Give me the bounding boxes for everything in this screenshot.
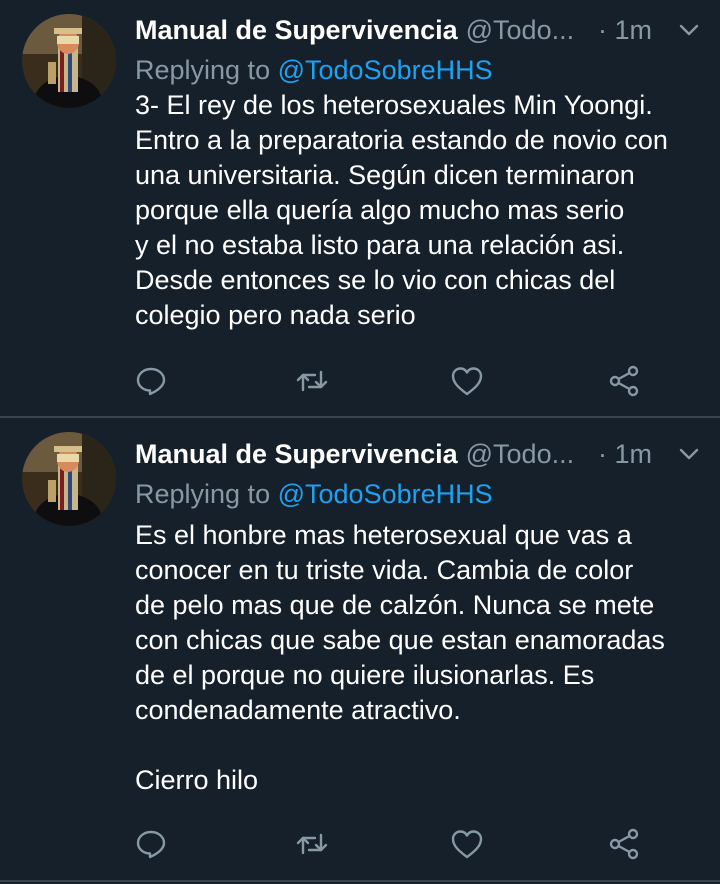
tweet-text-line: conocer en tu triste vida. Cambia de col… xyxy=(135,555,634,585)
timestamp[interactable]: · 1m xyxy=(598,10,652,50)
share-icon xyxy=(609,828,639,860)
chevron-down-icon[interactable] xyxy=(677,442,701,466)
tweet-text-line: y el no estaba listo para una relación a… xyxy=(135,230,625,260)
author-handle[interactable]: @Todo... xyxy=(466,15,574,45)
author-handle[interactable]: @Todo... xyxy=(466,439,574,469)
share-button[interactable] xyxy=(606,826,642,862)
replying-prefix: Replying to xyxy=(135,479,271,509)
share-icon xyxy=(609,365,639,397)
tweet-text-line: Desde entonces se lo vio con chicas del xyxy=(135,265,616,295)
tweet-text-line: Entro a la preparatoria estando de novio… xyxy=(135,125,668,155)
tweet-text-line: Es el honbre mas heterosexual que vas a xyxy=(135,520,632,550)
replying-mention-link[interactable]: @TodoSobreHHS xyxy=(278,479,493,509)
tweet-text-line: de el porque no quiere ilusionarlas. Es xyxy=(135,660,595,690)
share-button[interactable] xyxy=(606,363,642,399)
tweet-actions xyxy=(0,363,720,403)
tweet-text: 3- El rey de los heterosexuales Min Yoon… xyxy=(135,88,715,333)
tweet-text-spacer xyxy=(135,728,715,763)
replying-to: Replying to @TodoSobreHHS xyxy=(135,474,493,514)
reply-icon xyxy=(136,830,166,859)
tweet-actions xyxy=(0,826,720,866)
replying-prefix: Replying to xyxy=(135,55,271,85)
retweet-button[interactable] xyxy=(294,363,330,399)
tweet-text-line: condenadamente atractivo. xyxy=(135,695,461,725)
tweet-text-line: 3- El rey de los heterosexuales Min Yoon… xyxy=(135,90,653,120)
replying-mention-link[interactable]: @TodoSobreHHS xyxy=(278,55,493,85)
like-button[interactable] xyxy=(449,826,485,862)
avatar[interactable] xyxy=(22,432,116,526)
time-separator: · xyxy=(598,439,607,469)
retweet-icon xyxy=(296,833,328,855)
retweet-button[interactable] xyxy=(294,826,330,862)
like-button[interactable] xyxy=(449,363,485,399)
chevron-down-icon[interactable] xyxy=(677,18,701,42)
time-separator: · xyxy=(598,15,607,45)
time-value: 1m xyxy=(614,15,653,45)
retweet-icon xyxy=(296,370,328,392)
tweet-text-line: de pelo mas que de calzón. Nunca se mete xyxy=(135,590,655,620)
tweet-text-line: Cierro hilo xyxy=(135,765,259,795)
replying-to: Replying to @TodoSobreHHS xyxy=(135,50,493,90)
reply-button[interactable] xyxy=(133,826,169,862)
reply-icon xyxy=(136,367,166,396)
timestamp[interactable]: · 1m xyxy=(598,434,652,474)
tweet[interactable]: Manual de Supervivencia @Todo... · 1m Rep… xyxy=(0,0,720,416)
author-name[interactable]: Manual de Supervivencia xyxy=(135,15,458,45)
tweet-text-line: colegio pero nada serio xyxy=(135,300,416,330)
tweet-text: Es el honbre mas heterosexual que vas a … xyxy=(135,518,715,798)
tweet-divider xyxy=(0,880,720,882)
like-icon xyxy=(451,830,483,859)
time-value: 1m xyxy=(614,439,653,469)
avatar[interactable] xyxy=(22,14,116,108)
tweet-text-line: con chicas que sabe que estan enamoradas xyxy=(135,625,665,655)
reply-button[interactable] xyxy=(133,363,169,399)
tweet-text-line: porque ella quería algo mucho mas serio xyxy=(135,195,625,225)
tweet-text-line: una universitaria. Según dicen terminaro… xyxy=(135,160,635,190)
tweet[interactable]: Manual de Supervivencia @Todo... · 1m Rep… xyxy=(0,418,720,880)
like-icon xyxy=(451,367,483,396)
author-name[interactable]: Manual de Supervivencia xyxy=(135,439,458,469)
